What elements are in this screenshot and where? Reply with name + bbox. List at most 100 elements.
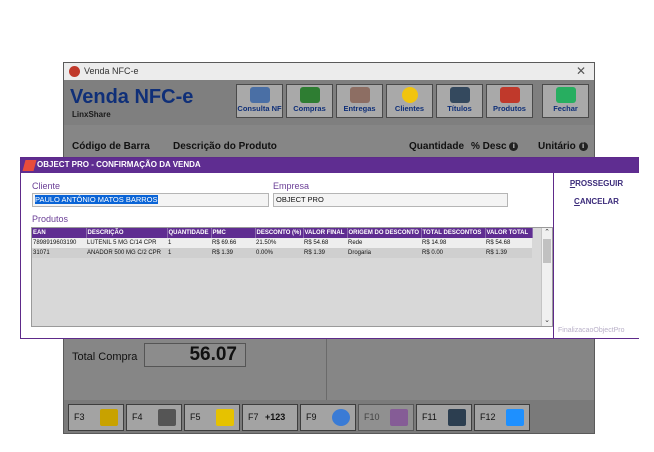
consulta-nf-label: Consulta NF: [237, 104, 282, 113]
dialog-titlebar: OBJECT PRO - CONFIRMAÇÃO DA VENDA: [21, 158, 638, 173]
first-aid-kit-icon: [506, 409, 524, 426]
delivery-box-icon: [349, 87, 370, 103]
produtos-table: EAN DESCRIÇÃO QUANTIDADE PMC DESCONTO (%…: [32, 228, 533, 258]
cancelar-button[interactable]: CANCELAR: [554, 197, 639, 206]
cell-descricao: ANADOR 500 MG C/2 CPR: [86, 248, 167, 258]
cell-descricao: LUTENIL 5 MG C/14 CPR: [86, 238, 167, 248]
panel-divider: [326, 331, 327, 401]
grid-scrollbar[interactable]: ⌃ ⌄: [541, 228, 552, 326]
col-desconto[interactable]: DESCONTO (%): [255, 228, 304, 238]
f7-button[interactable]: F7 +123: [242, 404, 298, 431]
col-descricao[interactable]: DESCRIÇÃO: [86, 228, 168, 238]
prosseguir-label: ROSSEGUIR: [575, 179, 624, 188]
f10-label: F10: [364, 412, 380, 422]
cliente-field[interactable]: PAULO ANTÔNIO MATOS BARROS: [32, 193, 269, 207]
col-valor-final[interactable]: VALOR FINAL: [303, 228, 348, 238]
cliente-label: Cliente: [32, 181, 61, 191]
titulos-button[interactable]: Títulos: [436, 84, 483, 118]
cell-total-descontos: R$ 14.98: [421, 238, 485, 248]
notes-icon: [216, 409, 234, 426]
produtos-button[interactable]: Produtos: [486, 84, 533, 118]
col-ean[interactable]: EAN: [32, 228, 87, 238]
dialog-title: OBJECT PRO - CONFIRMAÇÃO DA VENDA: [37, 160, 201, 169]
scroll-thumb[interactable]: [543, 239, 551, 263]
smiley-face-icon: [401, 87, 418, 103]
column-desconto-label: % Desc: [471, 141, 507, 152]
produtos-grid: EAN DESCRIÇÃO QUANTIDADE PMC DESCONTO (%…: [31, 227, 553, 327]
entregas-button[interactable]: Entregas: [336, 84, 383, 118]
main-titlebar: Venda NFC-e ✕: [64, 63, 594, 80]
f3-button[interactable]: F3: [68, 404, 124, 431]
f3-label: F3: [74, 412, 85, 422]
table-row[interactable]: 7898919603190 LUTENIL 5 MG C/14 CPR 1 R$…: [32, 238, 532, 248]
empresa-field[interactable]: OBJECT PRO: [273, 193, 508, 207]
col-valor-total[interactable]: VALOR TOTAL: [485, 228, 533, 238]
f4-button[interactable]: F4: [126, 404, 182, 431]
pen-paper-icon: [100, 409, 118, 426]
cliente-value: PAULO ANTÔNIO MATOS BARROS: [35, 195, 158, 204]
f9-button[interactable]: F9: [300, 404, 356, 431]
info-icon[interactable]: i: [578, 141, 588, 151]
cell-origem-desconto: Drogaria: [347, 248, 421, 258]
f10-button: F10: [358, 404, 414, 431]
total-compra-label: Total Compra: [72, 351, 138, 363]
f5-button[interactable]: F5: [184, 404, 240, 431]
total-compra-value: 56.07: [144, 343, 246, 367]
confirmation-dialog: OBJECT PRO - CONFIRMAÇÃO DA VENDA Client…: [20, 157, 639, 339]
col-origem-desconto[interactable]: ORIGEM DO DESCONTO: [347, 228, 422, 238]
window-title: Venda NFC-e: [84, 66, 139, 76]
f11-button[interactable]: F11: [416, 404, 472, 431]
cell-total-descontos: R$ 0.00: [421, 248, 485, 258]
fechar-button[interactable]: Fechar: [542, 84, 589, 118]
cell-desconto: 0.00%: [255, 248, 303, 258]
f7-label: F7: [248, 412, 259, 422]
app-name: Venda NFC-e: [70, 86, 194, 108]
cell-valor-total: R$ 1.39: [485, 248, 532, 258]
scroll-up-icon[interactable]: ⌃: [542, 228, 552, 238]
app-subtitle: LinxShare: [72, 110, 111, 119]
compras-label: Compras: [293, 104, 326, 113]
cell-ean: 31071: [32, 248, 86, 258]
cell-desconto: 21.50%: [255, 238, 303, 248]
col-quantidade[interactable]: QUANTIDADE: [167, 228, 212, 238]
info-icon[interactable]: i: [509, 141, 519, 151]
f9-label: F9: [306, 412, 317, 422]
truck-icon: [299, 87, 320, 103]
f11-label: F11: [422, 412, 437, 422]
compras-button[interactable]: Compras: [286, 84, 333, 118]
printer-icon: [158, 409, 176, 426]
titulos-label: Títulos: [447, 104, 472, 113]
clientes-label: Clientes: [394, 104, 425, 113]
cell-quantidade: 1: [167, 238, 211, 248]
cell-valor-final: R$ 1.39: [303, 248, 347, 258]
col-pmc[interactable]: PMC: [211, 228, 256, 238]
dialog-footer-label: FinalizacaoObjectPro: [558, 327, 625, 334]
column-desconto: % Desc i: [471, 141, 519, 152]
f12-button[interactable]: F12: [474, 404, 530, 431]
plus-123-icon: +123: [265, 412, 286, 422]
cell-valor-total: R$ 54.68: [485, 238, 532, 248]
empresa-value: OBJECT PRO: [276, 195, 324, 204]
dialog-action-panel: PROSSEGUIR CANCELAR FinalizacaoObjectPro: [553, 173, 639, 338]
close-icon[interactable]: ✕: [576, 64, 586, 78]
globe-icon: [332, 409, 350, 426]
col-total-descontos[interactable]: TOTAL DESCONTOS: [421, 228, 486, 238]
f12-label: F12: [480, 412, 496, 422]
consulta-nf-button[interactable]: Consulta NF: [236, 84, 283, 118]
table-header-row: EAN DESCRIÇÃO QUANTIDADE PMC DESCONTO (%…: [32, 228, 533, 238]
prosseguir-button[interactable]: PROSSEGUIR: [554, 179, 639, 188]
produtos-label: Produtos: [32, 214, 69, 224]
magnifier-document-icon: [249, 87, 270, 103]
table-row[interactable]: 31071 ANADOR 500 MG C/2 CPR 1 R$ 1.39 0.…: [32, 248, 532, 258]
produtos-label: Produtos: [493, 104, 526, 113]
clientes-button[interactable]: Clientes: [386, 84, 433, 118]
cell-ean: 7898919603190: [32, 238, 86, 248]
empresa-label: Empresa: [273, 181, 310, 191]
column-descricao: Descrição do Produto: [173, 141, 277, 152]
cell-pmc: R$ 69.66: [211, 238, 255, 248]
cancelar-label: ANCELAR: [579, 197, 619, 206]
scroll-down-icon[interactable]: ⌄: [542, 316, 552, 326]
f5-label: F5: [190, 412, 201, 422]
app-icon: [69, 66, 80, 77]
cell-pmc: R$ 1.39: [211, 248, 255, 258]
